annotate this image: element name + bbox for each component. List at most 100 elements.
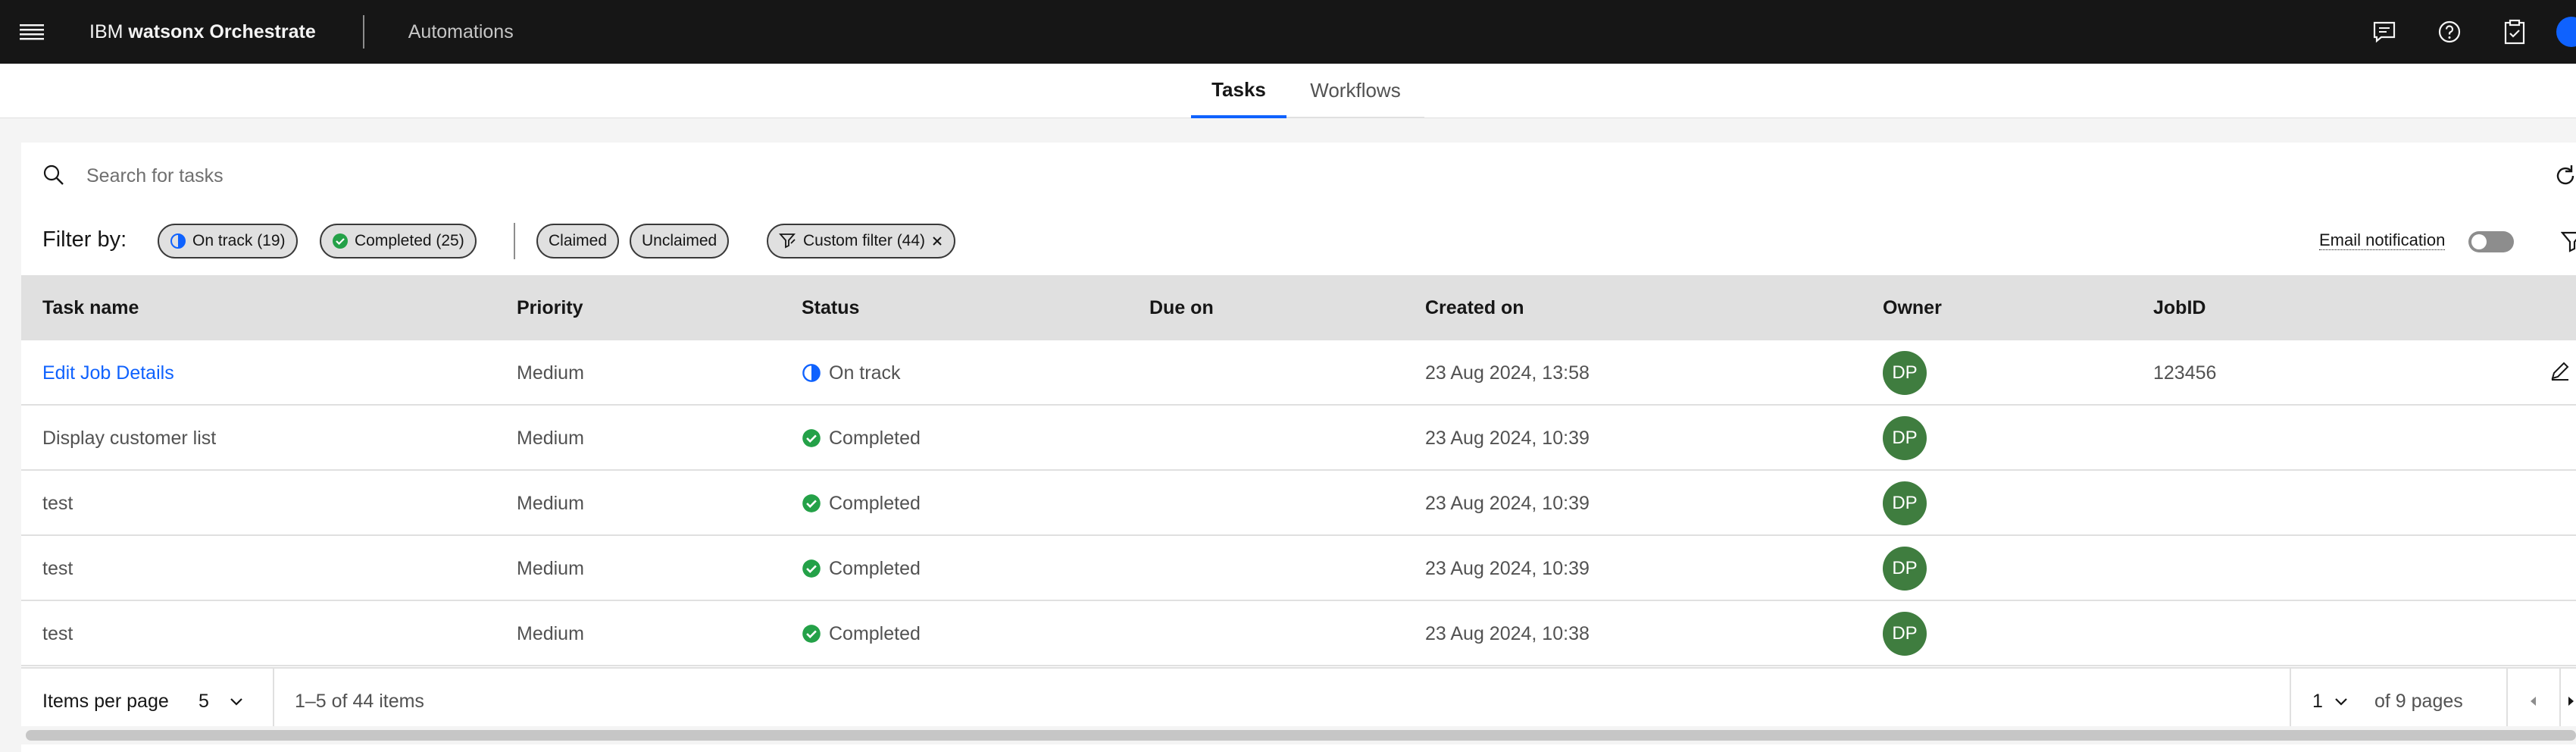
pagination-divider: [273, 669, 274, 734]
task-name-cell[interactable]: test: [42, 536, 73, 601]
on-track-icon: [170, 233, 186, 249]
status-cell: Completed: [802, 601, 921, 666]
horizontal-scrollbar[interactable]: [21, 726, 2576, 744]
filter-label: Filter by:: [42, 227, 127, 252]
priority-cell: Medium: [517, 362, 584, 384]
filter-chip-unclaimed[interactable]: Unclaimed: [630, 224, 730, 258]
tab-tasks[interactable]: Tasks: [1191, 64, 1286, 118]
created-on-cell: 23 Aug 2024, 10:39: [1425, 427, 1590, 449]
search-input[interactable]: [86, 158, 2473, 194]
column-header-created-on[interactable]: Created on: [1425, 275, 1524, 340]
created-on-cell: 23 Aug 2024, 10:38: [1425, 622, 1590, 644]
status-cell: Completed: [802, 536, 921, 601]
help-icon: [2438, 20, 2461, 43]
table-header: Task name Priority Status Due on Created…: [21, 275, 2576, 340]
checkmark-filled-icon: [802, 494, 821, 512]
items-per-page-select[interactable]: 5: [199, 669, 244, 734]
filter-chip-completed[interactable]: Completed (25): [320, 224, 477, 258]
table-row[interactable]: test Medium Completed 23 Aug 2024, 10:39…: [21, 536, 2576, 601]
priority-cell: Medium: [517, 622, 584, 644]
tasks-button[interactable]: [2482, 0, 2547, 64]
caret-left-icon: [2531, 697, 2536, 706]
column-header-priority[interactable]: Priority: [517, 275, 583, 340]
checkmark-filled-icon: [802, 559, 821, 578]
chip-label: Custom filter (44): [803, 232, 926, 249]
filter-chip-custom[interactable]: Custom filter (44): [767, 224, 956, 258]
email-notification-toggle[interactable]: [2468, 231, 2514, 252]
filter-chip-on-track[interactable]: On track (19): [158, 224, 298, 258]
status-label: Completed: [829, 622, 921, 644]
chevron-down-icon: [2335, 698, 2347, 706]
pagination: Items per page 5 1–5 of 44 items 1 of 9 …: [21, 667, 2576, 734]
menu-icon: [20, 24, 44, 40]
status-cell: On track: [802, 340, 900, 406]
status-label: Completed: [829, 492, 921, 514]
scrollbar-thumb[interactable]: [26, 730, 2576, 741]
brand-prefix: IBM: [89, 20, 123, 42]
filter-button[interactable]: [2561, 230, 2576, 253]
task-name-link[interactable]: Edit Job Details: [42, 340, 174, 406]
column-header-job-id[interactable]: JobID: [2153, 275, 2206, 340]
chat-button[interactable]: [2352, 0, 2417, 64]
chip-label: On track (19): [192, 232, 286, 249]
edit-icon: [2551, 362, 2569, 381]
filter-chip-claimed[interactable]: Claimed: [536, 224, 620, 258]
table-row[interactable]: Edit Job Details Medium On track 23 Aug …: [21, 340, 2576, 406]
refresh-button[interactable]: [2552, 162, 2576, 190]
page-select[interactable]: 1: [2312, 669, 2349, 734]
status-label: Completed: [829, 557, 921, 579]
on-track-icon: [802, 364, 821, 382]
chevron-down-icon: [230, 698, 242, 706]
next-page-button[interactable]: [2559, 669, 2576, 734]
header-actions: [2352, 0, 2576, 64]
job-id-cell: 123456: [2153, 362, 2217, 384]
task-name-cell[interactable]: test: [42, 471, 73, 536]
item-range-text: 1–5 of 44 items: [295, 690, 424, 712]
filter-icon: [2561, 231, 2576, 252]
items-per-page-value: 5: [199, 690, 209, 712]
status-label: On track: [829, 362, 901, 384]
table-row[interactable]: Display customer list Medium Completed 2…: [21, 406, 2576, 471]
header-divider: [362, 15, 364, 49]
owner-cell: DP: [1883, 601, 1927, 666]
close-icon[interactable]: [931, 235, 943, 247]
status-cell: Completed: [802, 471, 921, 536]
column-header-task-name[interactable]: Task name: [42, 275, 139, 340]
search-bar: [21, 143, 2576, 209]
product-name[interactable]: IBM watsonx Orchestrate: [89, 21, 316, 43]
top-header: IBM watsonx Orchestrate Automations: [0, 0, 2576, 64]
filter-edit-icon: [779, 233, 796, 249]
task-name-cell[interactable]: Display customer list: [42, 406, 216, 471]
owner-cell: DP: [1883, 536, 1927, 601]
task-name-cell[interactable]: test: [42, 601, 73, 666]
previous-page-button[interactable]: [2506, 669, 2559, 734]
priority-cell: Medium: [517, 492, 584, 514]
total-pages-text: of 9 pages: [2374, 690, 2463, 712]
checkmark-filled-icon: [333, 233, 348, 249]
table-row[interactable]: test Medium Completed 23 Aug 2024, 10:38…: [21, 601, 2576, 666]
tab-workflows[interactable]: Workflows: [1286, 64, 1424, 118]
owner-avatar: DP: [1883, 481, 1927, 525]
column-header-owner[interactable]: Owner: [1883, 275, 1942, 340]
chip-label: Unclaimed: [642, 232, 717, 249]
owner-avatar: DP: [1883, 416, 1927, 460]
email-notification-label: Email notification: [2319, 230, 2446, 250]
column-header-status[interactable]: Status: [802, 275, 859, 340]
chip-label: Completed (25): [355, 232, 464, 249]
status-label: Completed: [829, 427, 921, 449]
search-icon: [43, 164, 64, 185]
help-button[interactable]: [2417, 0, 2482, 64]
clipboard-check-icon: [2504, 19, 2525, 45]
owner-cell: DP: [1883, 340, 1927, 406]
brand-name: watsonx Orchestrate: [128, 20, 316, 42]
owner-avatar: DP: [1883, 547, 1927, 591]
priority-cell: Medium: [517, 427, 584, 449]
chat-icon: [2373, 21, 2396, 43]
column-header-due-on[interactable]: Due on: [1149, 275, 1214, 340]
menu-button[interactable]: [0, 0, 64, 64]
table-row[interactable]: test Medium Completed 23 Aug 2024, 10:39…: [21, 471, 2576, 536]
user-avatar[interactable]: [2556, 17, 2576, 47]
chip-label: Claimed: [549, 232, 608, 249]
owner-avatar: DP: [1883, 351, 1927, 395]
edit-button[interactable]: [2549, 359, 2576, 387]
